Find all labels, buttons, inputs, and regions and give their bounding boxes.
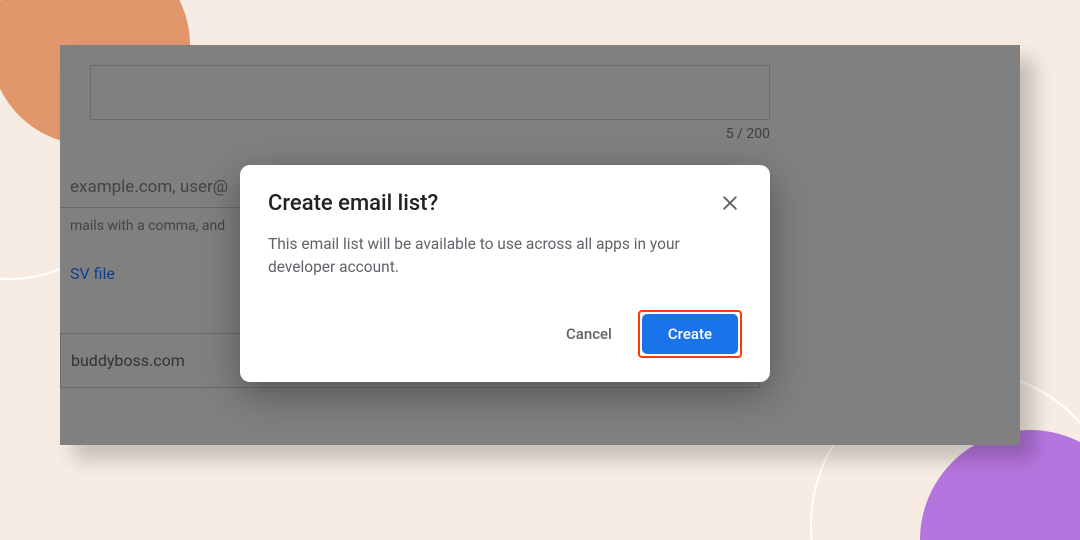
text-field-outline[interactable]: [90, 65, 770, 120]
character-counter: 5 / 200: [70, 126, 770, 142]
dialog-body-text: This email list will be available to use…: [268, 233, 742, 280]
close-icon[interactable]: [718, 191, 742, 219]
create-email-list-dialog: Create email list? This email list will …: [240, 165, 770, 382]
create-button-highlight: Create: [638, 310, 742, 358]
cancel-button[interactable]: Cancel: [554, 315, 624, 353]
dialog-title: Create email list?: [268, 191, 438, 216]
email-list-row-text: buddyboss.com: [71, 351, 185, 370]
create-button[interactable]: Create: [642, 314, 738, 354]
dialog-actions: Cancel Create: [268, 310, 742, 358]
